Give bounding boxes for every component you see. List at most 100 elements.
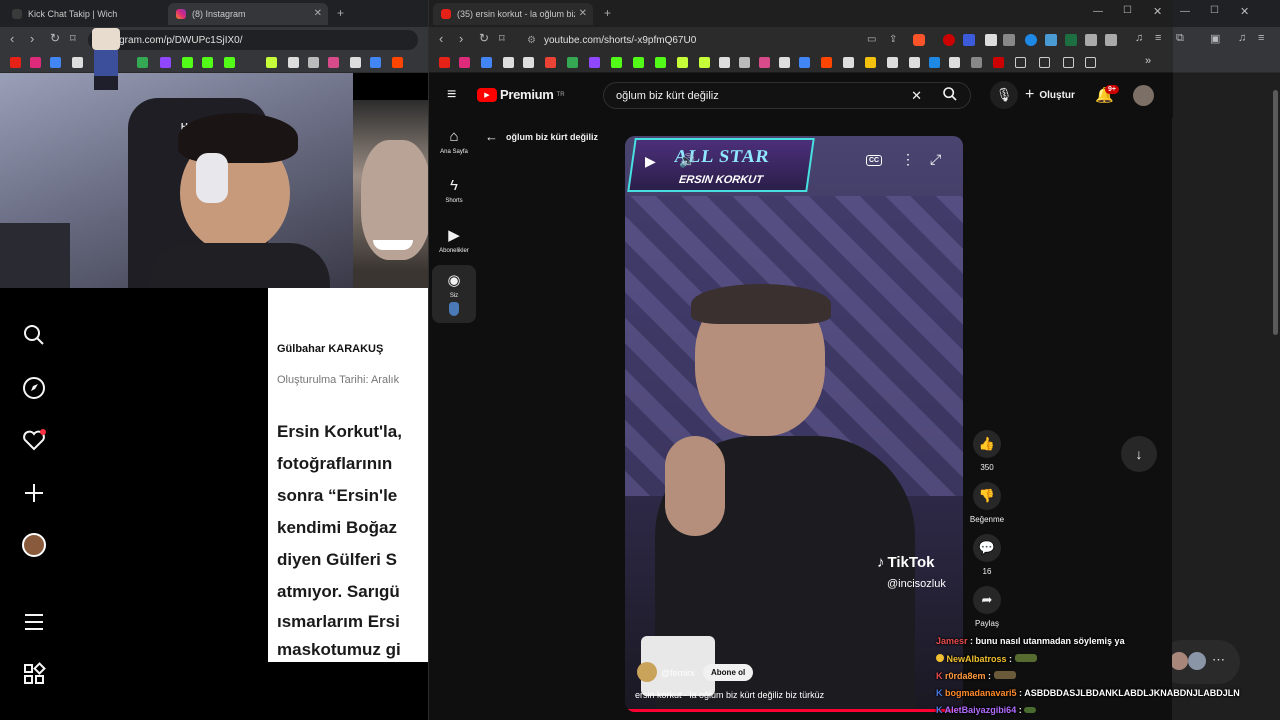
bookmark-twitch-icon[interactable] xyxy=(589,57,600,68)
clear-search-icon[interactable]: ✕ xyxy=(911,88,922,104)
notifications-heart-icon[interactable] xyxy=(22,428,46,452)
apps-grid-icon[interactable] xyxy=(22,662,46,686)
bookmark-kick-icon[interactable] xyxy=(633,57,644,68)
hamburger-menu-icon[interactable]: ≡ xyxy=(447,86,456,104)
shorts-search-back[interactable]: ← oğlum biz kürt değiliz xyxy=(485,129,598,144)
new-tab-button[interactable]: + xyxy=(604,6,611,20)
play-icon[interactable]: ▶ xyxy=(645,153,656,170)
bookmark-icon[interactable] xyxy=(503,57,514,68)
sidepanel-icon[interactable]: ▣ xyxy=(1210,32,1220,45)
create-button[interactable]: + Oluştur xyxy=(1025,86,1075,104)
bookmark-folder-icon[interactable] xyxy=(1039,57,1050,68)
bookmark-kick-icon[interactable] xyxy=(224,57,235,68)
bookmark-reddit-icon[interactable] xyxy=(821,57,832,68)
comments-button[interactable]: 💬 16 xyxy=(969,534,1005,576)
bookmark-gmail-icon[interactable] xyxy=(545,57,556,68)
extension-icon[interactable] xyxy=(1003,34,1015,46)
bookmark-folder-icon[interactable] xyxy=(1063,57,1074,68)
close-tab-icon[interactable]: ✕ xyxy=(314,8,322,19)
guide-item-shorts[interactable]: ϟ Shorts xyxy=(432,171,476,221)
site-info-icon[interactable]: ⚙ xyxy=(527,35,536,46)
bookmark-icon[interactable] xyxy=(523,57,534,68)
channel-avatar[interactable] xyxy=(637,662,657,682)
close-window-button[interactable]: ✕ xyxy=(1153,5,1162,18)
url-field[interactable]: instagram.com/p/DWUPc1SjIX0/ xyxy=(88,30,418,50)
url-field[interactable]: ⚙ youtube.com/shorts/-x9pfmQ67U0 xyxy=(517,30,857,50)
bookmark-icon[interactable] xyxy=(887,57,898,68)
close-window-button[interactable]: ✕ xyxy=(1240,5,1249,18)
bookmark-icon[interactable] xyxy=(739,57,750,68)
guide-item-you[interactable]: ◉ Siz xyxy=(432,265,476,323)
bookmark-icon[interactable] xyxy=(865,57,876,68)
bookmark-icon[interactable] xyxy=(971,57,982,68)
fullscreen-icon[interactable]: ⤢ xyxy=(930,151,941,168)
guide-item-subscriptions[interactable]: ▶ Abonelikler xyxy=(432,220,476,270)
account-avatar[interactable] xyxy=(1133,85,1154,106)
more-vertical-icon[interactable]: ⋮ xyxy=(901,151,915,168)
extension-icon[interactable] xyxy=(1105,34,1117,46)
close-tab-icon[interactable]: ✕ xyxy=(579,8,587,19)
more-menu-icon[interactable] xyxy=(22,610,46,634)
explore-icon[interactable] xyxy=(22,376,46,400)
more-bookmarks-icon[interactable]: » xyxy=(1145,55,1151,67)
new-tab-button[interactable]: + xyxy=(337,6,344,20)
bookmark-icon[interactable] xyxy=(328,57,339,68)
bookmark-reddit-icon[interactable] xyxy=(392,57,403,68)
bookmark-icon[interactable]: ⌑ xyxy=(499,32,505,45)
create-post-icon[interactable] xyxy=(22,481,46,505)
bookmark-instagram-icon[interactable] xyxy=(459,57,470,68)
extension-icon[interactable] xyxy=(1045,34,1057,46)
back-arrow-icon[interactable]: ‹ xyxy=(439,31,443,46)
maximize-button[interactable]: ☐ xyxy=(1210,5,1219,16)
bookmark-icon[interactable] xyxy=(370,57,381,68)
reload-icon[interactable]: ↻ xyxy=(50,31,60,45)
bookmark-icon[interactable] xyxy=(699,57,710,68)
voice-search-icon[interactable]: 🎙 xyxy=(990,81,1018,109)
reload-icon[interactable]: ↻ xyxy=(479,31,489,45)
share-icon[interactable]: ⇪ xyxy=(889,34,897,45)
next-short-down-icon[interactable]: ↓ xyxy=(1121,436,1157,472)
extension-icon[interactable] xyxy=(963,34,975,46)
cast-icon[interactable]: ▭ xyxy=(867,34,876,45)
bookmark-icon[interactable]: ⌑ xyxy=(70,32,76,45)
bookmark-drive-icon[interactable] xyxy=(567,57,578,68)
shorts-video-player[interactable]: ALL STAR ERSIN KORKUT ▶ 🔊 CC ⋮ ⤢ ♪ TikTo… xyxy=(625,136,963,712)
minimize-button[interactable]: — xyxy=(1180,6,1190,17)
bookmark-icon[interactable] xyxy=(993,57,1004,68)
bookmark-x-icon[interactable] xyxy=(779,57,790,68)
menu-icon[interactable]: ≡ xyxy=(1155,32,1161,44)
back-arrow-icon[interactable]: ‹ xyxy=(10,31,14,46)
bookmark-kick-icon[interactable] xyxy=(655,57,666,68)
bookmark-twitch-icon[interactable] xyxy=(160,57,171,68)
bookmark-anchor-icon[interactable] xyxy=(288,57,299,68)
bookmark-icon[interactable] xyxy=(72,57,83,68)
bookmark-instagram-icon[interactable] xyxy=(30,57,41,68)
bookmark-icon[interactable] xyxy=(843,57,854,68)
scrollbar-thumb[interactable] xyxy=(1273,90,1278,335)
search-input[interactable]: oğlum biz kürt değiliz ✕ xyxy=(603,82,971,109)
music-icon[interactable]: ♫ xyxy=(1238,32,1246,44)
channel-name[interactable]: @femirx xyxy=(661,668,695,678)
bookmark-icon[interactable] xyxy=(799,57,810,68)
youtube-premium-logo[interactable]: ▶ Premium TR xyxy=(477,87,565,102)
tab-kick-chat[interactable]: Kick Chat Takip | Wich xyxy=(4,3,164,25)
volume-icon[interactable]: 🔊 xyxy=(679,153,695,169)
search-icon[interactable] xyxy=(942,86,958,105)
bookmark-kick-icon[interactable] xyxy=(202,57,213,68)
minimize-button[interactable]: — xyxy=(1093,6,1103,17)
bookmark-icon[interactable] xyxy=(909,57,920,68)
bookmark-icon[interactable] xyxy=(949,57,960,68)
tab-instagram[interactable]: (8) Instagram ✕ xyxy=(168,3,328,25)
bookmark-kick-icon[interactable] xyxy=(611,57,622,68)
extension-icon[interactable] xyxy=(943,34,955,46)
bookmark-icon[interactable] xyxy=(266,57,277,68)
bookmark-folder-icon[interactable] xyxy=(1015,57,1026,68)
extension-icon[interactable] xyxy=(1085,34,1097,46)
guide-item-home[interactable]: ⌂ Ana Sayfa xyxy=(432,122,476,172)
forward-arrow-icon[interactable]: › xyxy=(30,31,34,46)
bookmark-icon[interactable] xyxy=(929,57,940,68)
extension-icon[interactable] xyxy=(1025,34,1037,46)
extension-icon[interactable] xyxy=(1065,34,1077,46)
bookmark-anchor-icon[interactable] xyxy=(719,57,730,68)
like-button[interactable]: 👍 350 xyxy=(969,430,1005,472)
